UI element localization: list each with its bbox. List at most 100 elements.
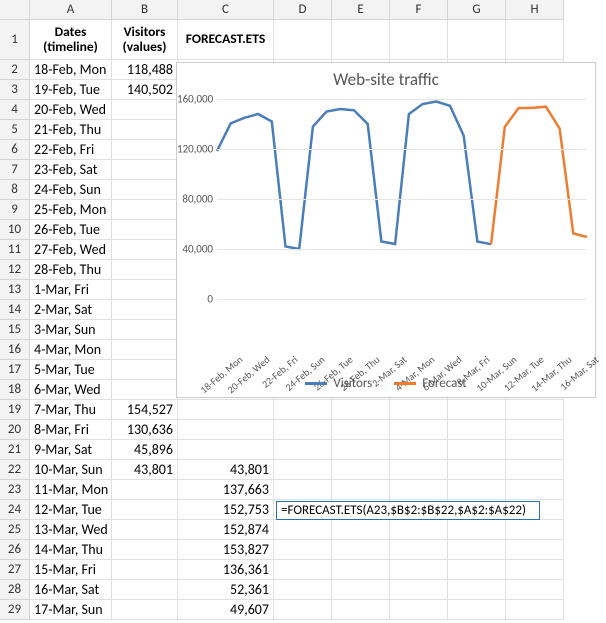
row-header-24[interactable]: 24 bbox=[0, 500, 30, 520]
cell-H22[interactable] bbox=[506, 460, 564, 480]
cell-A27[interactable]: 15-Mar, Fri bbox=[30, 560, 112, 580]
cell-A22[interactable]: 10-Mar, Sun bbox=[30, 460, 112, 480]
cell-H25[interactable] bbox=[506, 520, 564, 540]
cell-E21[interactable] bbox=[332, 440, 390, 460]
cell-D20[interactable] bbox=[274, 420, 332, 440]
cell-E22[interactable] bbox=[332, 460, 390, 480]
cell-B5[interactable] bbox=[112, 120, 178, 140]
cell-D28[interactable] bbox=[274, 580, 332, 600]
cell-D29[interactable] bbox=[274, 600, 332, 620]
cell-D23[interactable] bbox=[274, 480, 332, 500]
select-all-corner[interactable] bbox=[0, 0, 30, 20]
col-header-D[interactable]: D bbox=[274, 0, 332, 20]
row-header-28[interactable]: 28 bbox=[0, 580, 30, 600]
cell-A26[interactable]: 14-Mar, Thu bbox=[30, 540, 112, 560]
cell-C20[interactable] bbox=[178, 420, 274, 440]
row-header-3[interactable]: 3 bbox=[0, 80, 30, 100]
cell-D25[interactable] bbox=[274, 520, 332, 540]
cell-A17[interactable]: 5-Mar, Tue bbox=[30, 360, 112, 380]
cell-C22[interactable]: 43,801 bbox=[178, 460, 274, 480]
cell-H20[interactable] bbox=[506, 420, 564, 440]
cell-G27[interactable] bbox=[448, 560, 506, 580]
cell-A20[interactable]: 8-Mar, Fri bbox=[30, 420, 112, 440]
cell-B9[interactable] bbox=[112, 200, 178, 220]
cell-A5[interactable]: 21-Feb, Thu bbox=[30, 120, 112, 140]
cell-E29[interactable] bbox=[332, 600, 390, 620]
cell-D19[interactable] bbox=[274, 400, 332, 420]
cell-A29[interactable]: 17-Mar, Sun bbox=[30, 600, 112, 620]
row-header-9[interactable]: 9 bbox=[0, 200, 30, 220]
cell-G28[interactable] bbox=[448, 580, 506, 600]
cell-E1[interactable] bbox=[332, 20, 390, 60]
row-header-21[interactable]: 21 bbox=[0, 440, 30, 460]
cell-B18[interactable] bbox=[112, 380, 178, 400]
col-header-G[interactable]: G bbox=[448, 0, 506, 20]
cell-C25[interactable]: 152,874 bbox=[178, 520, 274, 540]
cell-B13[interactable] bbox=[112, 280, 178, 300]
cell-G29[interactable] bbox=[448, 600, 506, 620]
cell-F27[interactable] bbox=[390, 560, 448, 580]
cell-C28[interactable]: 52,361 bbox=[178, 580, 274, 600]
cell-A15[interactable]: 3-Mar, Sun bbox=[30, 320, 112, 340]
cell-D21[interactable] bbox=[274, 440, 332, 460]
cell-D22[interactable] bbox=[274, 460, 332, 480]
cell-A16[interactable]: 4-Mar, Mon bbox=[30, 340, 112, 360]
cell-A12[interactable]: 28-Feb, Thu bbox=[30, 260, 112, 280]
cell-F22[interactable] bbox=[390, 460, 448, 480]
cell-B1[interactable]: Visitors (values) bbox=[112, 20, 178, 60]
cell-B14[interactable] bbox=[112, 300, 178, 320]
cell-E25[interactable] bbox=[332, 520, 390, 540]
cell-F23[interactable] bbox=[390, 480, 448, 500]
cell-B2[interactable]: 118,488 bbox=[112, 60, 178, 80]
row-header-22[interactable]: 22 bbox=[0, 460, 30, 480]
cell-A11[interactable]: 27-Feb, Wed bbox=[30, 240, 112, 260]
row-header-19[interactable]: 19 bbox=[0, 400, 30, 420]
cell-C29[interactable]: 49,607 bbox=[178, 600, 274, 620]
col-header-A[interactable]: A bbox=[30, 0, 112, 20]
cell-A18[interactable]: 6-Mar, Wed bbox=[30, 380, 112, 400]
cell-B4[interactable] bbox=[112, 100, 178, 120]
cell-H21[interactable] bbox=[506, 440, 564, 460]
col-header-H[interactable]: H bbox=[506, 0, 564, 20]
cell-B16[interactable] bbox=[112, 340, 178, 360]
row-header-18[interactable]: 18 bbox=[0, 380, 30, 400]
row-header-23[interactable]: 23 bbox=[0, 480, 30, 500]
row-header-15[interactable]: 15 bbox=[0, 320, 30, 340]
cell-B12[interactable] bbox=[112, 260, 178, 280]
cell-B7[interactable] bbox=[112, 160, 178, 180]
cell-E27[interactable] bbox=[332, 560, 390, 580]
cell-B17[interactable] bbox=[112, 360, 178, 380]
row-header-4[interactable]: 4 bbox=[0, 100, 30, 120]
row-header-11[interactable]: 11 bbox=[0, 240, 30, 260]
row-header-20[interactable]: 20 bbox=[0, 420, 30, 440]
cell-H29[interactable] bbox=[506, 600, 564, 620]
row-header-1[interactable]: 1 bbox=[0, 20, 30, 60]
cell-B24[interactable] bbox=[112, 500, 178, 520]
row-header-10[interactable]: 10 bbox=[0, 220, 30, 240]
cell-C27[interactable]: 136,361 bbox=[178, 560, 274, 580]
cell-B27[interactable] bbox=[112, 560, 178, 580]
cell-B10[interactable] bbox=[112, 220, 178, 240]
row-header-13[interactable]: 13 bbox=[0, 280, 30, 300]
cell-A6[interactable]: 22-Feb, Fri bbox=[30, 140, 112, 160]
col-header-B[interactable]: B bbox=[112, 0, 178, 20]
cell-B23[interactable] bbox=[112, 480, 178, 500]
cell-G19[interactable] bbox=[448, 400, 506, 420]
cell-F20[interactable] bbox=[390, 420, 448, 440]
cell-F19[interactable] bbox=[390, 400, 448, 420]
cell-H27[interactable] bbox=[506, 560, 564, 580]
col-header-F[interactable]: F bbox=[390, 0, 448, 20]
row-header-8[interactable]: 8 bbox=[0, 180, 30, 200]
cell-B20[interactable]: 130,636 bbox=[112, 420, 178, 440]
cell-C26[interactable]: 153,827 bbox=[178, 540, 274, 560]
cell-B3[interactable]: 140,502 bbox=[112, 80, 178, 100]
cell-C1[interactable]: FORECAST.ETS bbox=[178, 20, 274, 60]
cell-E26[interactable] bbox=[332, 540, 390, 560]
cell-A13[interactable]: 1-Mar, Fri bbox=[30, 280, 112, 300]
cell-D1[interactable] bbox=[274, 20, 332, 60]
cell-A25[interactable]: 13-Mar, Wed bbox=[30, 520, 112, 540]
cell-D26[interactable] bbox=[274, 540, 332, 560]
row-header-27[interactable]: 27 bbox=[0, 560, 30, 580]
cell-G23[interactable] bbox=[448, 480, 506, 500]
cell-F28[interactable] bbox=[390, 580, 448, 600]
